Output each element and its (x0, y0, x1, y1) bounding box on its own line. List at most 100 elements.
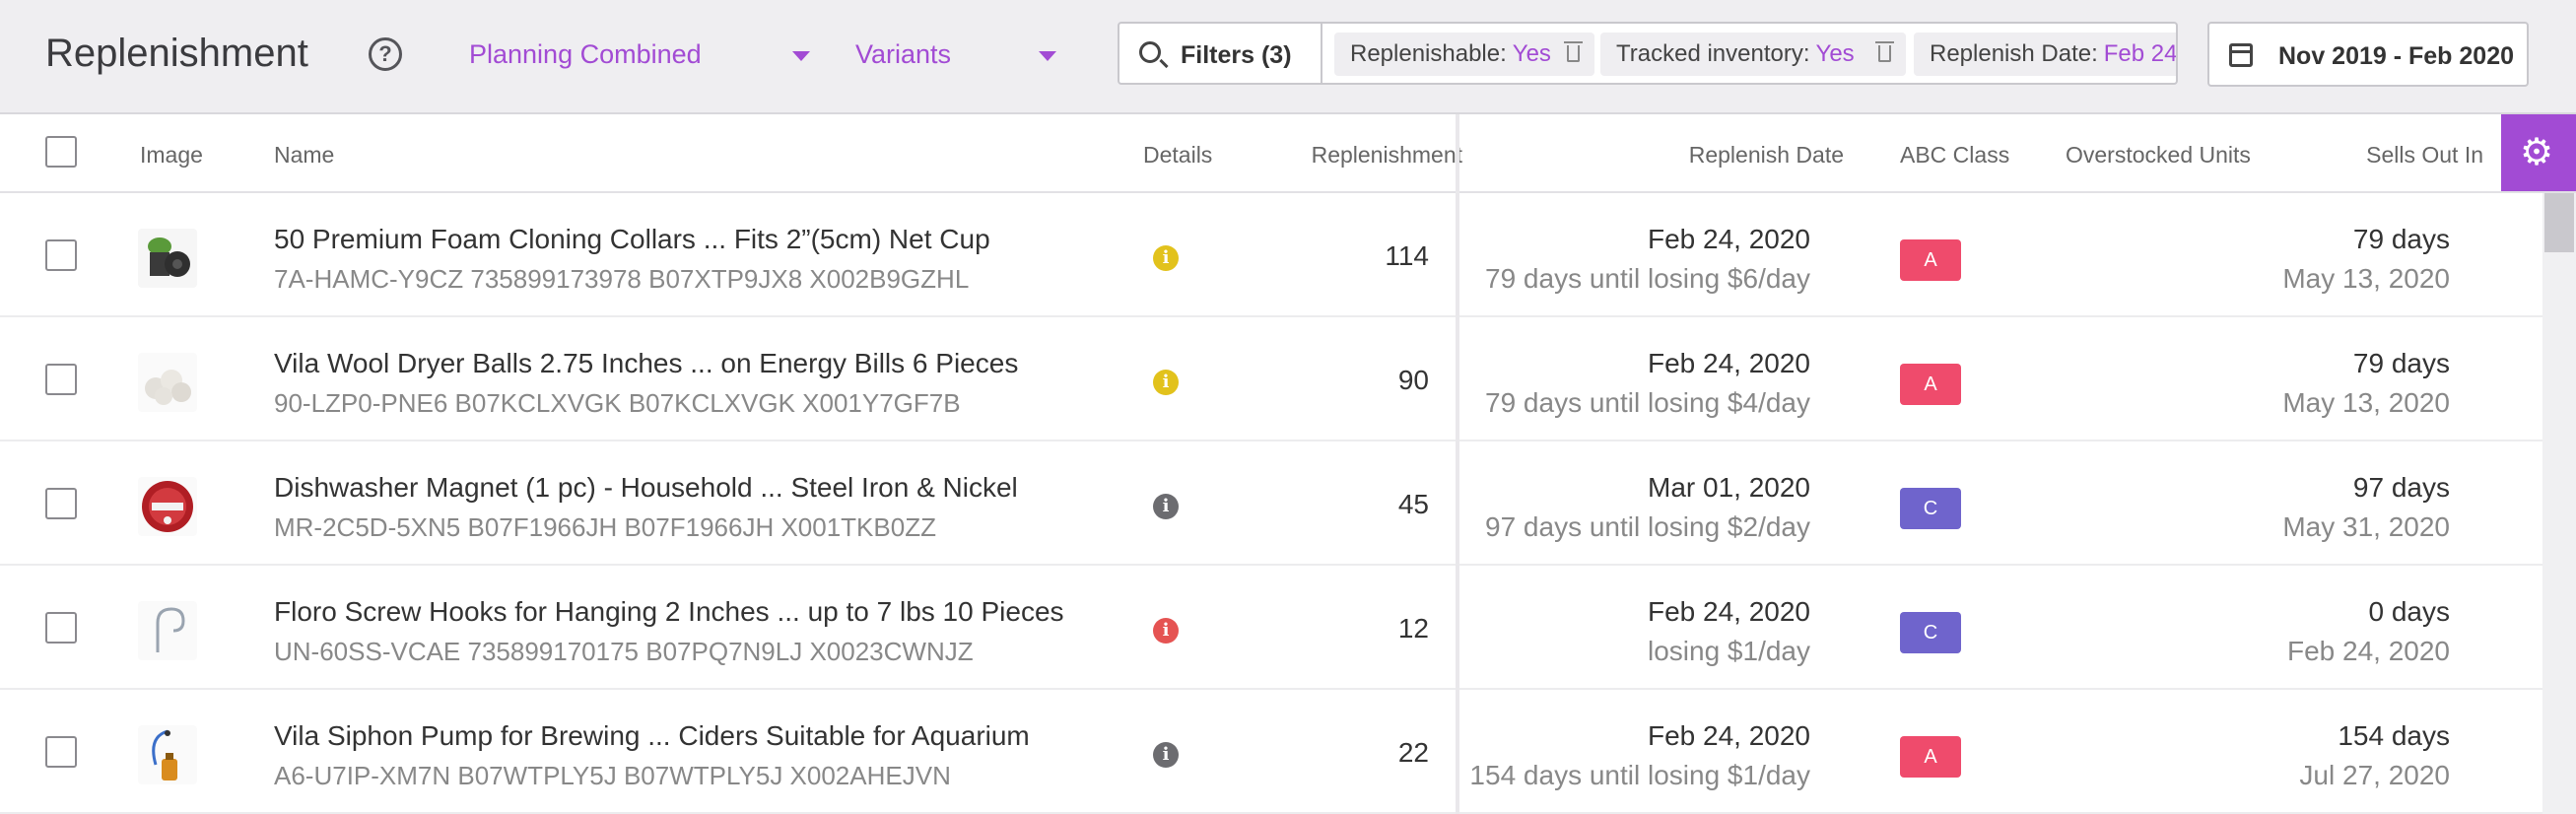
row-checkbox[interactable] (45, 364, 77, 395)
product-sku: 7A-HAMC-Y9CZ 735899173978 B07XTP9JX8 X00… (274, 264, 970, 294)
row-checkbox[interactable] (45, 736, 77, 768)
product-image (138, 353, 197, 412)
date-range-label: Nov 2019 - Feb 2020 (2278, 42, 2515, 70)
replenishment-value: 114 (1385, 240, 1429, 271)
column-replenishment[interactable]: Replenishment (1312, 140, 1462, 170)
trash-icon (1875, 41, 1894, 62)
product-sku: MR-2C5D-5XN5 B07F1966JH B07F1966JH X001T… (274, 512, 936, 542)
row-checkbox[interactable] (45, 488, 77, 519)
info-icon[interactable]: i (1153, 618, 1179, 644)
replenish-note: losing $1/day (1647, 636, 1810, 666)
gear-icon: ⚙ (2520, 132, 2554, 173)
sells-out-days: 154 days (2338, 720, 2450, 751)
calendar-icon (2229, 43, 2253, 67)
table-row[interactable]: Vila Siphon Pump for Brewing ... Ciders … (0, 690, 2542, 814)
row-checkbox[interactable] (45, 239, 77, 271)
replenish-date: Feb 24, 2020 (1647, 348, 1810, 378)
search-icon (1139, 41, 1161, 63)
filter-chip-value: Feb 24, 2 (2103, 40, 2178, 67)
product-image (138, 229, 197, 288)
info-icon[interactable]: i (1153, 494, 1179, 519)
column-settings-button[interactable]: ⚙ (2501, 114, 2576, 191)
sells-out-date: Jul 27, 2020 (2299, 760, 2450, 790)
product-image (138, 725, 197, 784)
top-bar: Replenishment ? Planning Combined Varian… (0, 0, 2576, 114)
filter-chip-key: Replenishable: (1350, 40, 1507, 67)
sells-out-days: 0 days (2368, 596, 2451, 627)
info-icon[interactable]: i (1153, 370, 1179, 395)
table-row[interactable]: Dishwasher Magnet (1 pc) - Household ...… (0, 441, 2542, 566)
product-name[interactable]: Dishwasher Magnet (1 pc) - Household ...… (274, 470, 1018, 506)
filter-chip-replenishable[interactable]: Replenishable: Yes (1334, 33, 1594, 76)
abc-class-badge: A (1900, 239, 1961, 281)
product-image (138, 477, 197, 536)
planning-dropdown-label: Planning Combined (469, 39, 702, 69)
sells-out-date: May 13, 2020 (2282, 263, 2450, 294)
frozen-column-divider (1456, 114, 1459, 814)
column-abc-class[interactable]: ABC Class (1900, 140, 2009, 170)
select-all-checkbox[interactable] (45, 136, 77, 168)
product-image (138, 601, 197, 660)
sells-out-date: May 31, 2020 (2282, 511, 2450, 542)
chevron-down-icon (1039, 51, 1056, 61)
column-name[interactable]: Name (274, 140, 334, 170)
vertical-scrollbar[interactable] (2542, 193, 2576, 814)
abc-class-badge: C (1900, 488, 1961, 529)
row-checkbox[interactable] (45, 612, 77, 644)
variants-dropdown[interactable]: Variants (855, 35, 1056, 73)
filter-chip-replenish-date[interactable]: Replenish Date:Feb 24, 2 (1914, 33, 2178, 76)
filter-chip-key: Tracked inventory: (1616, 40, 1810, 67)
replenish-date: Feb 24, 2020 (1647, 720, 1810, 751)
filter-chip-key: Replenish Date: (1930, 40, 2098, 67)
replenishment-value: 22 (1397, 737, 1429, 768)
table-row[interactable]: Vila Wool Dryer Balls 2.75 Inches ... on… (0, 317, 2542, 441)
replenish-date: Mar 01, 2020 (1648, 472, 1810, 503)
sells-out-days: 97 days (2352, 472, 2450, 503)
replenish-note: 97 days until losing $2/day (1485, 511, 1810, 542)
abc-class-badge: A (1900, 364, 1961, 405)
product-sku: A6-U7IP-XM7N B07WTPLY5J B07WTPLY5J X002A… (274, 761, 951, 790)
product-name[interactable]: Vila Wool Dryer Balls 2.75 Inches ... on… (274, 346, 1018, 381)
column-sells-out-in[interactable]: Sells Out In (2366, 140, 2483, 170)
scrollbar-thumb[interactable] (2544, 193, 2574, 252)
filters-button-label: Filters (3) (1181, 41, 1292, 69)
sells-out-date: May 13, 2020 (2282, 387, 2450, 418)
date-range-button[interactable]: Nov 2019 - Feb 2020 (2207, 22, 2529, 87)
replenish-date: Feb 24, 2020 (1647, 224, 1810, 254)
replenishment-value: 45 (1397, 489, 1429, 519)
replenish-date: Feb 24, 2020 (1647, 596, 1810, 627)
info-icon[interactable]: i (1153, 742, 1179, 768)
replenishment-value: 12 (1397, 613, 1429, 644)
column-overstocked-units[interactable]: Overstocked Units (2066, 140, 2251, 170)
filter-chip-value: Yes (1512, 40, 1551, 67)
filter-chip-tracked-inventory[interactable]: Tracked inventory: Yes (1600, 33, 1906, 76)
replenish-note: 79 days until losing $4/day (1485, 387, 1810, 418)
replenishment-table: Image Name Details Replenishment Repleni… (0, 114, 2576, 814)
filter-chips: Replenishable: Yes Tracked inventory: Yes … (1322, 22, 2178, 85)
product-name[interactable]: Floro Screw Hooks for Hanging 2 Inches .… (274, 594, 1064, 630)
planning-dropdown[interactable]: Planning Combined (469, 35, 814, 73)
question-circle-icon[interactable]: ? (369, 37, 402, 71)
replenishment-value: 90 (1397, 365, 1429, 395)
sells-out-date: Feb 24, 2020 (2286, 636, 2450, 666)
table-row[interactable]: 50 Premium Foam Cloning Collars ... Fits… (0, 193, 2542, 317)
abc-class-badge: C (1900, 612, 1961, 653)
column-details[interactable]: Details (1143, 140, 1212, 170)
sells-out-days: 79 days (2352, 224, 2450, 254)
filters-button[interactable]: Filters (3) (1118, 22, 1322, 85)
column-replenish-date[interactable]: Replenish Date (1689, 140, 1844, 170)
column-image: Image (140, 142, 203, 168)
page-title: Replenishment (45, 32, 308, 75)
product-sku: UN-60SS-VCAE 735899170175 B07PQ7N9LJ X00… (274, 637, 974, 666)
product-name[interactable]: Vila Siphon Pump for Brewing ... Ciders … (274, 718, 1030, 754)
filter-chip-value: Yes (1815, 40, 1855, 67)
product-name[interactable]: 50 Premium Foam Cloning Collars ... Fits… (274, 222, 990, 257)
table-header: Image Name Details Replenishment Repleni… (0, 114, 2576, 193)
abc-class-badge: A (1900, 736, 1961, 778)
sells-out-days: 79 days (2352, 348, 2450, 378)
product-sku: 90-LZP0-PNE6 B07KCLXVGK B07KCLXVGK X001Y… (274, 388, 961, 418)
info-icon[interactable]: i (1153, 245, 1179, 271)
table-row[interactable]: Floro Screw Hooks for Hanging 2 Inches .… (0, 566, 2542, 690)
variants-dropdown-label: Variants (855, 39, 952, 69)
trash-icon[interactable] (1564, 41, 1583, 62)
